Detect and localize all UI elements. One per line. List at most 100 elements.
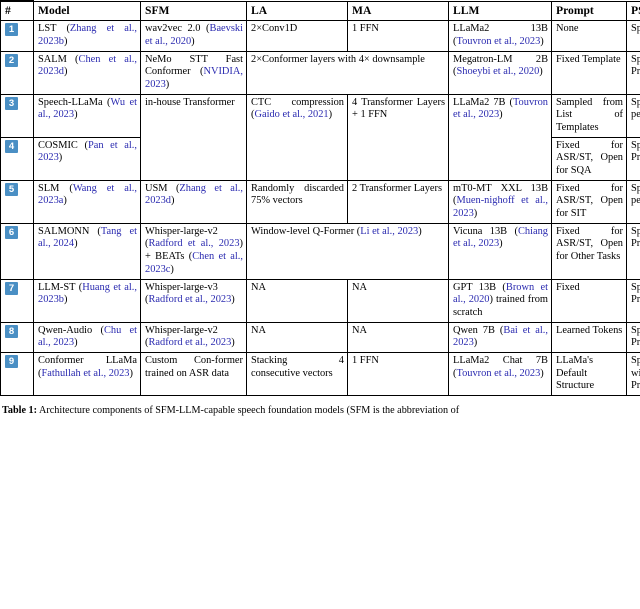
paren: ) [74,109,78,121]
header-row: # Model SFM LA MA LLM Prompt PSMix [0,0,640,22]
cell-llm: LLaMa2 Chat 7B (Touvron et al., 2023) [448,351,552,397]
cell-ma: NA [347,278,449,323]
cell-sfm: Whisper-large-v2 (Radford et al., 2023) [140,321,247,353]
cell-llm: GPT 13B (Brown et al., 2020) trained fro… [448,278,552,323]
paren: ) [165,78,170,90]
llm-name: GPT 13B ( [453,281,506,293]
cell-ma: 1 FFN [347,20,449,52]
cell-model: LLM-ST (Huang et al., 2023b) [33,278,141,323]
paren: ) [129,367,133,379]
cell-la: Randomly discarded 75% vectors [246,179,348,224]
citation[interactable]: Gaido et al., 2021 [254,109,328,120]
caption-text: Architecture components of SFM-LLM-capab… [37,405,460,417]
row-number-cell: 4 [0,136,34,181]
cell-sfm: Whisper-large-v2 (Radford et al., 2023) … [140,222,247,280]
paren: ) [231,337,235,349]
cell-sfm: NeMo STT Fast Conformer (NVIDIA, 2023) [140,50,247,95]
cell-model: Conformer LLaMa (Fathullah et al., 2023) [33,351,141,397]
model-name: SALMONN ( [38,225,101,237]
paren: ) [540,367,544,379]
cell-prompt: Fixed [551,278,627,323]
citation[interactable]: Radford et al., 2023 [148,238,239,249]
cell-model: LST (Zhang et al., 2023b) [33,20,141,52]
cell-sfm: Custom Con-former trained on ASR data [140,351,247,397]
paren: ) [540,35,544,47]
cell-llm-merged: LLaMa2 7B (Touvron et al., 2023) [448,93,552,181]
cell-model: Speech-LLaMa (Wu et al., 2023) [33,93,141,138]
cell-llm: mT0-MT XXL 13B (Muen-nighoff et al., 202… [448,179,552,224]
paren: ) [231,294,235,306]
cell-llm: LLaMa2 13B (Touvron et al., 2023) [448,20,552,52]
cell-la-ma-merged: Window-level Q-Former (Li et al., 2023) [246,222,449,280]
model-name: COSMIC ( [38,139,88,151]
paren: ) [328,109,333,121]
row-number-badge: 4 [5,139,18,153]
table-row: 2 SALM (Chen et al., 2023d) NeMo STT Fas… [0,50,640,95]
column-header-ma: MA [347,0,449,22]
cell-model: COSMIC (Pan et al., 2023) [33,136,141,181]
paren: ) [170,263,174,275]
cell-ma: NA [347,321,449,353]
model-name: SLM ( [38,182,73,194]
llm-name: Qwen 7B ( [453,324,504,336]
cell-ma: 2 Transformer Layers [347,179,449,224]
paren: ) [473,208,478,220]
paren: ) [499,109,503,121]
citation[interactable]: Radford et al., 2023 [148,294,231,305]
citation[interactable]: Muen-nighoff et al., 2023 [453,195,548,219]
row-number-cell: 8 [0,321,34,353]
column-header-la: LA [246,0,348,22]
cell-psmix: Speech Only [626,20,640,52]
citation[interactable]: Fathullah et al., 2023 [41,368,129,379]
row-number-cell: 5 [0,179,34,224]
row-number-badge: 5 [5,182,18,196]
citation[interactable]: Touvron et al., 2023 [456,36,540,47]
column-header-model: Model [33,0,141,22]
cell-sfm-merged: in-house Transformer [140,93,247,181]
paren: ) [63,66,68,78]
column-header-sfm: SFM [140,0,247,22]
cell-la-ma-merged: 2×Conformer layers with 4× downsample [246,50,449,95]
paren: ) [63,195,67,207]
sfm-name: wav2vec 2.0 ( [145,23,210,35]
row-number-badge: 9 [5,354,18,368]
cell-psmix: Speech Prepended [626,321,640,353]
cell-psmix: Speech Prepended [626,278,640,323]
cell-model: Qwen-Audio (Chu et al., 2023) [33,321,141,353]
cell-prompt: Fixed for ASR/ST, Open for Other Tasks [551,222,627,280]
model-name: Qwen-Audio ( [38,324,104,336]
citation[interactable]: Touvron et al., 2023 [456,368,540,379]
citation[interactable]: Li et al., 2023 [360,226,418,237]
cell-model: SALM (Chen et al., 2023d) [33,50,141,95]
cell-psmix: Speech Prepended [626,136,640,181]
model-name: LLM-ST ( [38,281,83,293]
cell-la: NA [246,278,348,323]
table-row: 3 Speech-LLaMa (Wu et al., 2023) in-hous… [0,93,640,181]
cell-psmix: Speech Ap-pended [626,179,640,224]
citation[interactable]: Radford et al., 2023 [148,337,231,348]
row-number-badge: 2 [5,53,18,67]
cell-sfm: wav2vec 2.0 (Baevski et al., 2020) [140,20,247,52]
model-name: Speech-LLaMa ( [38,96,111,108]
cell-la: NA [246,321,348,353]
table-row: 5 SLM (Wang et al., 2023a) USM (Zhang et… [0,179,640,224]
row-number-cell: 3 [0,93,34,138]
comparison-table: # Model SFM LA MA LLM Prompt PSMix 1 LST… [0,0,640,397]
table-row: 8 Qwen-Audio (Chu et al., 2023) Whisper-… [0,321,640,353]
model-name: SALM ( [38,53,79,65]
row-number-badge: 8 [5,324,18,338]
cell-model: SALMONN (Tang et al., 2024) [33,222,141,280]
row-number-badge: 1 [5,23,18,37]
cell-llm: Qwen 7B (Bai et al., 2023) [448,321,552,353]
paren: ) [418,225,422,237]
column-header-hash: # [0,0,34,22]
table-row: 1 LST (Zhang et al., 2023b) wav2vec 2.0 … [0,20,640,52]
cell-model: SLM (Wang et al., 2023a) [33,179,141,224]
cell-ma-merged: 4 Transformer Layers + 1 FFN [347,93,449,181]
cell-prompt: Fixed for ASR/ST, Open for SIT [551,179,627,224]
table-body: 1 LST (Zhang et al., 2023b) wav2vec 2.0 … [0,20,640,397]
cell-la-merged: CTC compression (Gaido et al., 2021) [246,93,348,181]
citation[interactable]: Shoeybi et al., 2020 [456,66,539,77]
row-number-badge: 7 [5,281,18,295]
cell-la: 2×Conv1D [246,20,348,52]
